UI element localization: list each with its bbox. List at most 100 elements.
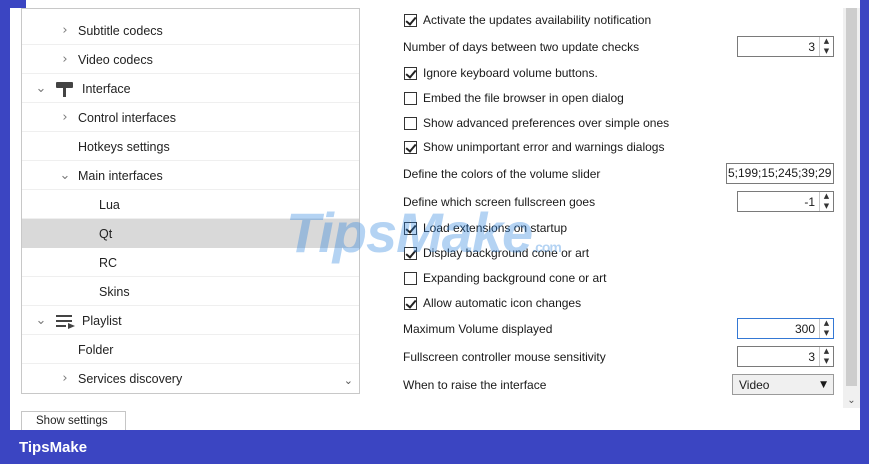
unimportant-errors-row[interactable]: Show unimportant error and warnings dial… <box>395 136 664 158</box>
unimportant-errors-checkbox[interactable] <box>404 140 417 154</box>
tree-item-label: Hotkeys settings <box>78 139 170 154</box>
load-extensions-row[interactable]: Load extensions on startup <box>395 217 567 239</box>
tree-item-video-codecs[interactable]: › Video codecs <box>22 45 359 74</box>
tree-item-label: Main interfaces <box>78 168 163 183</box>
tree-item-services-discovery[interactable]: › Services discovery <box>22 364 359 393</box>
ignore-keyboard-volume-label: Ignore keyboard volume buttons. <box>423 66 598 80</box>
expanding-bg-cone-label: Expanding background cone or art <box>423 271 607 285</box>
window-frame-corner <box>0 0 26 8</box>
tree-item-main-interfaces[interactable]: ⌄ Main interfaces <box>22 161 359 190</box>
tree-item-label: Skins <box>99 284 130 299</box>
tree-item-hotkeys-settings[interactable]: Hotkeys settings <box>22 132 359 161</box>
tree-scroll-down-icon[interactable]: ⌄ <box>344 374 353 387</box>
tree-item-label: Playlist <box>82 313 122 328</box>
scroll-down-icon[interactable]: ⌄ <box>843 395 860 406</box>
update-days-spinbox[interactable]: 3 ▲ ▼ <box>737 36 834 57</box>
mouse-sensitivity-spinbox[interactable]: 3 ▲ ▼ <box>737 346 834 367</box>
tree-item-label: Interface <box>82 81 131 96</box>
fullscreen-screen-label: Define which screen fullscreen goes <box>403 195 596 209</box>
show-settings-group[interactable]: Show settings <box>21 411 126 430</box>
chevron-right-icon[interactable]: › <box>58 52 72 67</box>
tree-item-playlist[interactable]: ⌄ Playlist <box>22 306 359 335</box>
chevron-right-icon[interactable]: › <box>58 110 72 125</box>
settings-scrollbar[interactable]: ⌄ <box>843 8 860 408</box>
qt-settings-panel: Activate the updates availability notifi… <box>395 8 840 408</box>
spin-up-icon[interactable]: ▲ <box>820 37 833 47</box>
tree-item-subtitle-codecs[interactable]: › Subtitle codecs <box>22 16 359 45</box>
spin-down-icon[interactable]: ▼ <box>820 202 833 212</box>
max-volume-label: Maximum Volume displayed <box>403 322 553 336</box>
expanding-bg-cone-checkbox[interactable] <box>404 271 417 285</box>
max-volume-spinbox[interactable]: 300 ▲ ▼ <box>737 318 834 339</box>
raise-interface-dropdown[interactable]: Video ▼ <box>732 374 834 395</box>
auto-icon-changes-row[interactable]: Allow automatic icon changes <box>395 292 581 314</box>
max-volume-value[interactable]: 300 <box>738 322 819 336</box>
dropdown-caret-icon: ▼ <box>820 379 827 390</box>
load-extensions-label: Load extensions on startup <box>423 221 568 235</box>
tree-item-skins[interactable]: Skins <box>22 277 359 306</box>
expanding-bg-cone-row[interactable]: Expanding background cone or art <box>395 267 606 289</box>
update-days-label: Number of days between two update checks <box>403 40 640 54</box>
tree-item-label: Services discovery <box>78 371 183 386</box>
paint-roller-icon <box>54 80 76 98</box>
fullscreen-screen-spinbox[interactable]: -1 ▲ ▼ <box>737 191 834 212</box>
spin-down-icon[interactable]: ▼ <box>820 47 833 57</box>
advanced-prefs-checkbox[interactable] <box>404 116 417 130</box>
activate-updates-checkbox[interactable] <box>404 13 417 27</box>
tree-item-label: Qt <box>99 226 113 241</box>
tree-item-qt[interactable]: Qt <box>22 219 359 248</box>
ignore-keyboard-volume-row[interactable]: Ignore keyboard volume buttons. <box>395 62 598 84</box>
scrollbar-thumb[interactable] <box>846 8 857 386</box>
spin-down-icon[interactable]: ▼ <box>820 329 833 339</box>
advanced-prefs-row[interactable]: Show advanced preferences over simple on… <box>395 112 669 134</box>
embed-file-browser-row[interactable]: Embed the file browser in open dialog <box>395 87 624 109</box>
ignore-keyboard-volume-checkbox[interactable] <box>404 66 417 80</box>
mouse-sensitivity-value[interactable]: 3 <box>738 350 819 364</box>
display-bg-cone-label: Display background cone or art <box>423 246 590 260</box>
raise-interface-value: Video <box>739 377 770 392</box>
activate-updates-row[interactable]: Activate the updates availability notifi… <box>395 9 651 31</box>
unimportant-errors-label: Show unimportant error and warnings dial… <box>423 140 665 154</box>
load-extensions-checkbox[interactable] <box>404 221 417 235</box>
max-volume-row: Maximum Volume displayed <box>395 318 552 340</box>
tree-item-lua[interactable]: Lua <box>22 190 359 219</box>
auto-icon-changes-checkbox[interactable] <box>404 296 417 310</box>
chevron-down-icon[interactable]: ⌄ <box>34 81 48 96</box>
tree-item-rc[interactable]: RC <box>22 248 359 277</box>
tree-item-interface[interactable]: ⌄ Interface <box>22 74 359 103</box>
display-bg-cone-checkbox[interactable] <box>404 246 417 260</box>
footer-brand: TipsMake <box>0 430 869 464</box>
spin-up-icon[interactable]: ▲ <box>820 347 833 357</box>
tree-item-label: Subtitle codecs <box>78 23 163 38</box>
chevron-right-icon[interactable]: › <box>58 371 72 386</box>
preferences-tree[interactable]: › Subtitle codecs › Video codecs ⌄ Inter… <box>21 8 360 394</box>
tree-item-label: RC <box>99 255 118 270</box>
mouse-sensitivity-label: Fullscreen controller mouse sensitivity <box>403 350 606 364</box>
window-frame-right <box>860 0 869 430</box>
tree-item-folder[interactable]: Folder <box>22 335 359 364</box>
fullscreen-screen-value[interactable]: -1 <box>738 195 819 209</box>
mouse-sensitivity-row: Fullscreen controller mouse sensitivity <box>395 346 606 368</box>
display-bg-cone-row[interactable]: Display background cone or art <box>395 242 589 264</box>
tree-item-label: Video codecs <box>78 52 153 67</box>
playlist-icon <box>54 312 76 330</box>
volume-colors-field[interactable]: 5;199;15;245;39;29 <box>726 163 834 184</box>
embed-file-browser-label: Embed the file browser in open dialog <box>423 91 624 105</box>
activate-updates-label: Activate the updates availability notifi… <box>423 13 652 27</box>
fullscreen-screen-row: Define which screen fullscreen goes <box>395 191 595 213</box>
tree-item-control-interfaces[interactable]: › Control interfaces <box>22 103 359 132</box>
advanced-prefs-label: Show advanced preferences over simple on… <box>423 116 670 130</box>
update-days-value[interactable]: 3 <box>738 40 819 54</box>
embed-file-browser-checkbox[interactable] <box>404 91 417 105</box>
chevron-down-icon[interactable]: ⌄ <box>58 168 72 183</box>
chevron-down-icon[interactable]: ⌄ <box>34 313 48 328</box>
auto-icon-changes-label: Allow automatic icon changes <box>423 296 582 310</box>
raise-interface-label: When to raise the interface <box>403 378 547 392</box>
tree-item-label: Folder <box>78 342 114 357</box>
raise-interface-row: When to raise the interface <box>395 374 546 396</box>
spin-down-icon[interactable]: ▼ <box>820 357 833 367</box>
chevron-right-icon[interactable]: › <box>58 23 72 38</box>
window-frame-left <box>0 0 10 430</box>
spin-up-icon[interactable]: ▲ <box>820 319 833 329</box>
spin-up-icon[interactable]: ▲ <box>820 192 833 202</box>
